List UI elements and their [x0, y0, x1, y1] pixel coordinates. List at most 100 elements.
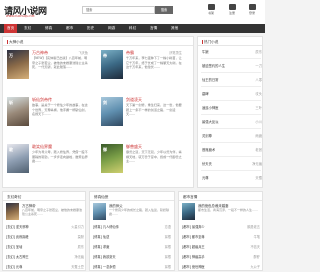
- hot-item-author: 老张: [255, 148, 262, 152]
- book-cover-image[interactable]: 御: [101, 144, 123, 173]
- nav-item-kehuan[interactable]: 科幻: [129, 24, 136, 33]
- book-description: 千万年来，李七夜种下了一株小树苗，让它千万年，终于长成了一株擎天大树。在这千万年…: [126, 56, 182, 70]
- book-cover-image[interactable]: [6, 203, 19, 220]
- login-button[interactable]: 登录: [245, 4, 259, 15]
- login-icon: [248, 4, 256, 10]
- hot-list-item[interactable]: 墓碑 坟头: [202, 89, 262, 100]
- hot-item-author: 坟头: [255, 92, 262, 96]
- nav-item-dushi[interactable]: 都市: [66, 24, 73, 33]
- register-label: 注册: [228, 11, 235, 15]
- category-feature[interactable]: 我的绝色总裁未婚妻 都市生活，商海沉浮，一段不一样的人生……: [182, 203, 260, 221]
- hot-list-item[interactable]: 首席魔术 老张: [202, 145, 262, 156]
- book-description: 少年为寻父母，踏入修仙界，凭借一股不服输的韧劲，一步步走向巅峰，敢笑仙界魔……: [32, 150, 88, 164]
- login-label: 登录: [248, 11, 255, 15]
- category-panel-xiuzhen: 修真仙侠 我的师父 一个修真少年的成长之路，踏入仙途，斩妖除魔…… [修真] 凡…: [89, 191, 175, 271]
- category-list-item[interactable]: [都市] 最强弃少 鹅是老五: [182, 222, 260, 232]
- featured-panel: 大神小说 万 万古神帝 飞天鱼 【NEW】【实体版已出版】八百年前，明帝之子张若…: [2, 36, 194, 188]
- book-author: 厌笔萧生: [169, 51, 182, 55]
- hot-item-author: 一刀: [255, 64, 262, 68]
- nav-item-xuanhuan[interactable]: 玄幻: [24, 24, 31, 33]
- nav-item-home[interactable]: 首页: [4, 24, 18, 33]
- hot-list-item[interactable]: 逍遥小神医 三叶: [202, 103, 262, 114]
- book-description: 故事，是关于一个修仙少年的故事，在这个世界，天尊纵横，他手握一柄斩仙剑，名扬天下…: [32, 103, 88, 117]
- featured-book-card[interactable]: 敢 敢笑仙界魔 少年为寻父母，踏入修仙界，凭借一股不服输的韧劲，一步步走向巅峰，…: [7, 144, 91, 192]
- category-list-item[interactable]: [都市] 都市至尊 牛笔: [182, 232, 260, 242]
- hot-list-item[interactable]: 灵剑尊 雨魔: [202, 131, 262, 142]
- register-button[interactable]: 注册: [225, 4, 239, 15]
- category-list-item[interactable]: [修真] 我欲封天 耳根: [93, 252, 171, 262]
- category-list-item[interactable]: [修真] 仙逆 耳根: [93, 232, 171, 242]
- register-icon: [228, 4, 236, 10]
- hot-list-item[interactable]: 牛娘 辰东: [202, 47, 262, 58]
- category-list-item[interactable]: [修真] 凡人修仙传 忘语: [93, 222, 171, 232]
- hot-item-name[interactable]: 逍遥小神医: [202, 103, 218, 114]
- category-list-item[interactable]: [都市] 神级高手 醉虾: [182, 252, 260, 262]
- hot-item-author: 八零: [255, 78, 262, 82]
- category-list-item[interactable]: [都市] 超级兵王 不信天: [182, 242, 260, 252]
- hot-item-name[interactable]: 元尊: [202, 173, 209, 184]
- hot-item-name[interactable]: 仙王的日常: [202, 75, 218, 86]
- bookshelf-label: 书架: [207, 11, 214, 15]
- book-description: 御兽之道，天下无双，少年以兽为伴，纵横天地，驭万兽于掌中，终成一代御兽之主……: [126, 150, 182, 164]
- book-cover-image[interactable]: 万: [7, 50, 29, 79]
- category-list-item[interactable]: [玄幻] 圣墟 辰东: [6, 242, 84, 252]
- search-input[interactable]: 搜索: [82, 6, 155, 14]
- category-panel-dushi: 都市言情 我的绝色总裁未婚妻 都市生活，商海沉浮，一段不一样的人生…… [都市]…: [178, 191, 263, 271]
- book-cover-image[interactable]: 剑: [101, 97, 123, 126]
- hot-item-author: 辰东: [255, 50, 262, 54]
- category-list-item[interactable]: [玄幻] 逆天邪神 火星引力: [6, 222, 84, 232]
- top-header: 请风小说网 www.duchuqu.net 搜索 搜索 书架 注册 登录: [0, 0, 265, 24]
- featured-book-card[interactable]: 御 御兽盛天 御兽之道，天下无双，少年以兽为伴，纵横天地，驭万兽于掌中，终成一代…: [101, 144, 185, 192]
- nav-item-qita[interactable]: 其他: [171, 24, 178, 33]
- hot-list-panel: 热门小说 牛娘 辰东 被迫签约的人生 一刀 仙王的日常 八零 墓碑 坟头 逍遥小神医 三叶…: [197, 36, 263, 188]
- nav-item-xiuzhen[interactable]: 修真: [45, 24, 52, 33]
- hot-item-name[interactable]: 灵剑尊: [202, 131, 212, 142]
- hot-list-item[interactable]: 最强大反派 小川: [202, 117, 262, 128]
- book-cover-image[interactable]: [93, 203, 106, 220]
- bookshelf-button[interactable]: 书架: [204, 4, 218, 15]
- bookshelf-icon: [207, 4, 215, 10]
- category-list-item[interactable]: [玄幻] 武炼巅峰 莫默: [6, 232, 84, 242]
- hot-item-name[interactable]: 墓碑: [202, 89, 209, 100]
- site-logo-url: www.duchuqu.net: [6, 14, 35, 18]
- category-list-item[interactable]: [修真] 一念永恒 耳根: [93, 262, 171, 272]
- featured-book-card[interactable]: 万 万古神帝 飞天鱼 【NEW】【实体版已出版】八百年前，明帝之子张若尘，被他的…: [7, 50, 91, 98]
- nav-item-lishi[interactable]: 历史: [87, 24, 94, 33]
- category-feature[interactable]: 我的师父 一个修真少年的成长之路，踏入仙途，斩妖除魔……: [93, 203, 171, 221]
- book-cover-image[interactable]: 帝: [101, 50, 123, 79]
- feature-description: 八百年前，明帝之子张若尘，被他的未婚妻池瑶公主杀死……: [22, 208, 83, 216]
- featured-book-card[interactable]: 斩 斩仙剑帝传 故事，是关于一个修仙少年的故事，在这个世界，天尊纵横，他手握一柄…: [7, 97, 91, 145]
- category-list-item[interactable]: [玄幻] 元尊 天蚕土豆: [6, 262, 84, 272]
- feature-description: 都市生活，商海沉浮，一段不一样的人生……: [198, 208, 259, 212]
- category-panel-xuanhuan: 玄幻奇幻 万古神帝 八百年前，明帝之子张若尘，被他的未婚妻池瑶公主杀死…… [玄…: [2, 191, 86, 271]
- hot-item-author: 雨魔: [255, 134, 262, 138]
- main-nav: 首页 玄幻 修真 都市 历史 网游 科幻 言情 其他: [0, 24, 265, 33]
- hot-item-name[interactable]: 首席魔术: [202, 145, 215, 156]
- category-feature[interactable]: 万古神帝 八百年前，明帝之子张若尘，被他的未婚妻池瑶公主杀死……: [6, 203, 84, 221]
- book-cover-image[interactable]: 敢: [7, 144, 29, 173]
- book-cover-image[interactable]: 斩: [7, 97, 29, 126]
- hot-list-item[interactable]: 元尊 天蚕: [202, 173, 262, 184]
- search-button[interactable]: 搜索: [155, 6, 173, 14]
- hot-list-item[interactable]: 仙王的日常 八零: [202, 75, 262, 86]
- hot-item-author: 净无痕: [252, 162, 262, 166]
- hot-item-name[interactable]: 被迫签约的人生: [202, 61, 225, 72]
- category-list-item[interactable]: [修真] 求魔 耳根: [93, 242, 171, 252]
- category-list-item[interactable]: [都市] 绝世神医 九公子: [182, 262, 260, 272]
- hot-item-name[interactable]: 最强大反派: [202, 117, 218, 128]
- nav-item-yanqing[interactable]: 言情: [150, 24, 157, 33]
- featured-book-card[interactable]: 剑 剑道凌天 天下第一剑修，重生归来，这一世，他要踏上一条不一样的剑道之路，一剑…: [101, 97, 185, 145]
- book-cover-image[interactable]: [182, 203, 195, 220]
- hot-item-author: 小川: [255, 120, 262, 124]
- category-list-item[interactable]: [玄幻] 太古神王 净无痕: [6, 252, 84, 262]
- hot-list-item[interactable]: 被迫签约的人生 一刀: [202, 61, 262, 72]
- nav-item-wangyou[interactable]: 网游: [108, 24, 115, 33]
- hot-item-name[interactable]: 牛娘: [202, 47, 209, 58]
- book-author: 飞天鱼: [78, 51, 88, 55]
- hot-item-author: 三叶: [255, 106, 262, 110]
- featured-book-card[interactable]: 帝 帝霸 厌笔萧生 千万年来，李七夜种下了一株小树苗，让它千万年，终于长成了一株…: [101, 50, 185, 98]
- hot-list-item[interactable]: 伏天氏 净无痕: [202, 159, 262, 170]
- book-description: 【NEW】【实体版已出版】八百年前，明帝之子张若尘，被他的未婚妻池瑶公主杀死，一…: [32, 56, 88, 70]
- hot-item-author: 天蚕: [255, 176, 262, 180]
- hot-item-name[interactable]: 伏天氏: [202, 159, 212, 170]
